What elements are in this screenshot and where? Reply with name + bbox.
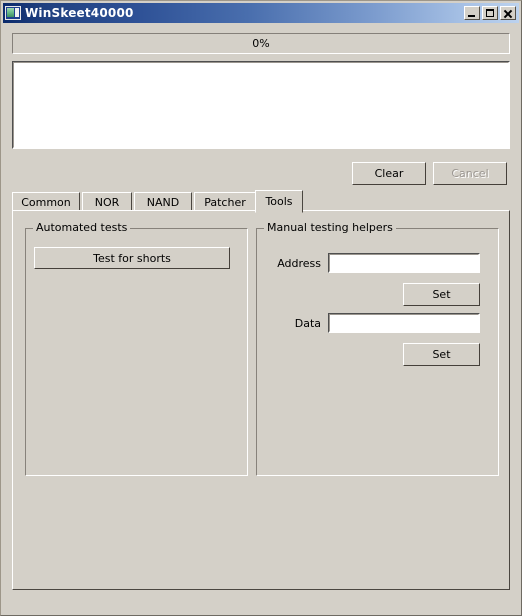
data-label: Data — [294, 317, 321, 330]
tab-strip: Common NOR NAND Patcher Tools — [12, 190, 510, 213]
minimize-button[interactable] — [464, 6, 480, 20]
application-window-icon — [5, 6, 21, 20]
tab-patcher[interactable]: Patcher — [194, 192, 256, 212]
group-manual-testing-helpers-title: Manual testing helpers — [264, 221, 396, 234]
test-for-shorts-button[interactable]: Test for shorts — [34, 247, 230, 269]
set-address-button[interactable]: Set — [403, 283, 480, 306]
progress-label: 0% — [252, 37, 270, 50]
data-field-wrapper — [328, 313, 480, 333]
progress-bar: 0% — [12, 33, 510, 54]
group-automated-tests: Automated tests Test for shorts — [25, 221, 248, 476]
tab-nor[interactable]: NOR — [82, 192, 132, 212]
window-title: WinSkeet40000 — [25, 6, 134, 20]
tab-nand[interactable]: NAND — [134, 192, 192, 212]
maximize-button[interactable] — [482, 6, 498, 20]
application-window: WinSkeet40000 0% Clear Cancel Common NOR… — [0, 0, 522, 616]
title-bar[interactable]: WinSkeet40000 — [3, 3, 519, 23]
clear-button[interactable]: Clear — [352, 162, 426, 185]
maximize-icon — [486, 9, 494, 17]
window-controls — [464, 6, 519, 20]
minimize-icon — [468, 15, 475, 17]
log-output-box — [12, 61, 510, 149]
group-manual-testing-helpers: Manual testing helpers Address Set Data … — [256, 221, 499, 476]
tab-common[interactable]: Common — [12, 192, 80, 212]
set-data-button[interactable]: Set — [403, 343, 480, 366]
address-input[interactable] — [329, 254, 479, 272]
data-input[interactable] — [329, 314, 479, 332]
cancel-button: Cancel — [433, 162, 507, 185]
tab-page-tools: Automated tests Test for shorts Manual t… — [12, 210, 510, 590]
tab-tools[interactable]: Tools — [255, 190, 303, 213]
address-label: Address — [277, 257, 321, 270]
close-button[interactable] — [500, 6, 516, 20]
group-automated-tests-title: Automated tests — [33, 221, 131, 234]
log-output-text[interactable] — [13, 62, 509, 148]
address-field-wrapper — [328, 253, 480, 273]
